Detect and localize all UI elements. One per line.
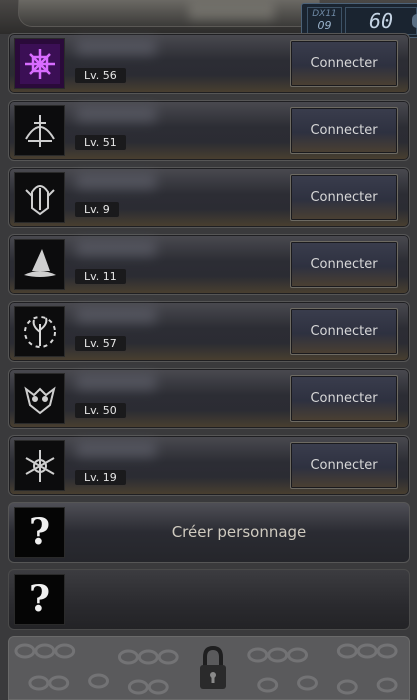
connect-button[interactable]: Connecter	[290, 107, 398, 154]
create-character-slot[interactable]: ? Créer personnage	[8, 502, 410, 563]
flower-branch-icon	[14, 306, 65, 357]
connect-button[interactable]: Connecter	[290, 375, 398, 422]
character-slot-4[interactable]: Lv. 11 Connecter	[8, 234, 410, 295]
api-label: DX11	[312, 9, 337, 19]
level-badge: Lv. 50	[75, 403, 126, 418]
overlay-handle[interactable]	[412, 14, 417, 28]
empty-character-slot[interactable]: ?	[8, 569, 410, 630]
character-name-blurred	[76, 40, 156, 55]
spiked-sigil-icon	[14, 440, 65, 491]
character-slot-5[interactable]: Lv. 57 Connecter	[8, 301, 410, 362]
api-indicator: DX11 09	[307, 7, 342, 35]
question-mark-icon: ?	[14, 507, 65, 558]
warrior-helm-icon	[14, 172, 65, 223]
level-badge: Lv. 9	[75, 202, 119, 217]
character-name-blurred	[76, 241, 156, 256]
locked-character-slot	[8, 636, 410, 700]
create-character-label[interactable]: Créer personnage	[69, 503, 409, 562]
padlock-icon	[200, 645, 226, 689]
character-slot-3[interactable]: Lv. 9 Connecter	[8, 167, 410, 228]
connect-button[interactable]: Connecter	[290, 308, 398, 355]
character-name-blurred	[76, 308, 156, 323]
question-mark-icon: ?	[14, 574, 65, 625]
api-sub-label: 09	[317, 19, 332, 32]
character-slot-7[interactable]: Lv. 19 Connecter	[8, 435, 410, 496]
level-badge: Lv. 51	[75, 135, 126, 150]
level-badge: Lv. 57	[75, 336, 126, 351]
connect-button[interactable]: Connecter	[290, 40, 398, 87]
level-badge: Lv. 19	[75, 470, 126, 485]
character-name-blurred	[76, 375, 156, 390]
fps-counter: 60	[345, 7, 417, 35]
character-slot-1[interactable]: Lv. 56 Connecter	[8, 33, 410, 94]
character-slot-6[interactable]: Lv. 50 Connecter	[8, 368, 410, 429]
connect-button[interactable]: Connecter	[290, 174, 398, 221]
character-name-blurred	[76, 442, 156, 457]
character-name-blurred	[76, 174, 156, 189]
purple-rune-icon	[14, 38, 65, 89]
title-tab	[18, 0, 320, 27]
blurred-title	[189, 2, 274, 20]
character-slot-2[interactable]: Lv. 51 Connecter	[8, 100, 410, 161]
level-badge: Lv. 56	[75, 68, 126, 83]
connect-button[interactable]: Connecter	[290, 241, 398, 288]
character-name-blurred	[76, 107, 156, 122]
dragon-mask-icon	[14, 373, 65, 424]
wizard-hat-icon	[14, 239, 65, 290]
level-badge: Lv. 11	[75, 269, 126, 284]
character-list: Lv. 56 Connecter Lv. 51 Connecter Lv. 9 …	[8, 33, 410, 700]
crossbow-icon	[14, 105, 65, 156]
connect-button[interactable]: Connecter	[290, 442, 398, 489]
